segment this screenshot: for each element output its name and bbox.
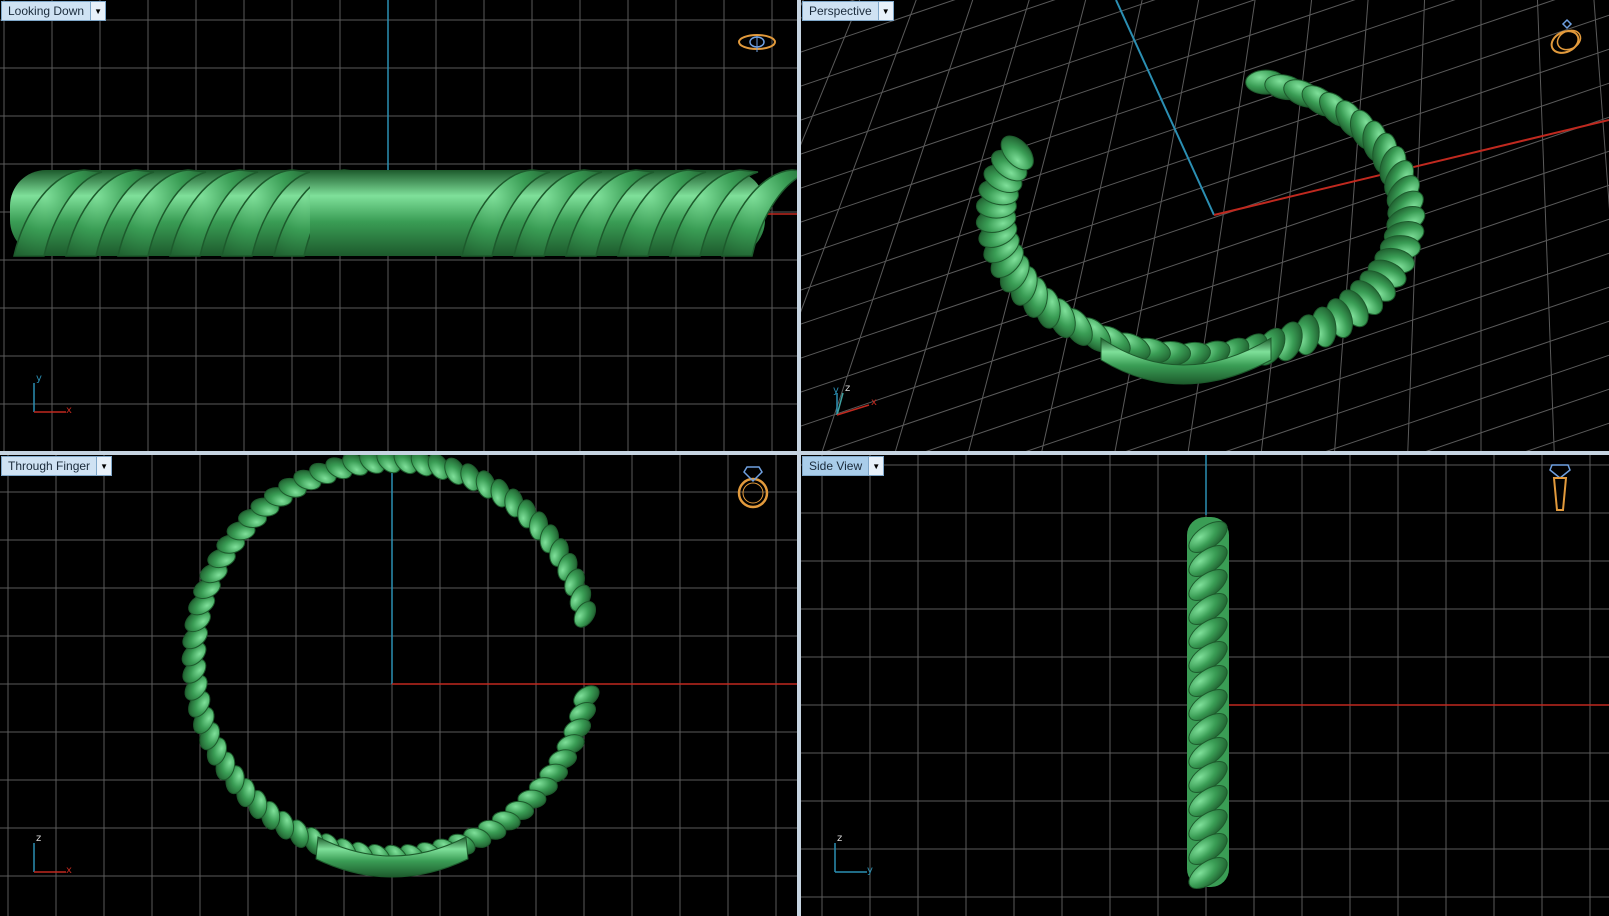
ring-perspective bbox=[975, 69, 1426, 385]
viewport-title: Through Finger bbox=[8, 459, 91, 473]
viewport-splitter-horizontal[interactable] bbox=[0, 451, 1609, 455]
axis-label-y: y bbox=[867, 865, 873, 876]
axis-label-z: z bbox=[36, 833, 42, 844]
axis-triad: z x bbox=[30, 833, 80, 880]
chevron-down-icon[interactable]: ▼ bbox=[96, 457, 112, 475]
viewport-looking-down[interactable]: Looking Down ▼ y x bbox=[0, 0, 797, 451]
ring-perspective-icon[interactable] bbox=[1545, 16, 1589, 60]
side-view-scene bbox=[801, 455, 1609, 916]
viewport-label-through-finger[interactable]: Through Finger ▼ bbox=[1, 456, 113, 476]
ring-band-top bbox=[10, 169, 797, 257]
chevron-down-icon[interactable]: ▼ bbox=[877, 2, 893, 20]
ring-top-view-icon[interactable] bbox=[735, 30, 779, 54]
viewport-title: Looking Down bbox=[8, 4, 85, 18]
axis-label-x: x bbox=[871, 397, 877, 408]
viewport-through-finger[interactable]: Through Finger ▼ z x bbox=[0, 455, 797, 916]
axis-triad: z y bbox=[831, 833, 881, 880]
viewport-label-perspective[interactable]: Perspective ▼ bbox=[802, 1, 894, 21]
viewport-title: Side View bbox=[809, 459, 863, 473]
chevron-down-icon[interactable]: ▼ bbox=[90, 2, 106, 20]
ring-side bbox=[1187, 517, 1229, 890]
viewport-title: Perspective bbox=[809, 4, 872, 18]
viewport-label-side-view[interactable]: Side View ▼ bbox=[802, 456, 885, 476]
grid-lines bbox=[0, 455, 797, 916]
axis-triad: y x bbox=[30, 373, 80, 420]
axis-label-x: x bbox=[66, 865, 72, 876]
perspective-scene bbox=[801, 0, 1609, 451]
viewport-perspective[interactable]: Perspective ▼ z y x bbox=[801, 0, 1609, 451]
axis-label-z: z bbox=[845, 383, 851, 394]
front-view-scene bbox=[0, 455, 797, 916]
axis-triad: z y x bbox=[831, 383, 891, 425]
perspective-grid bbox=[801, 0, 1609, 451]
ring-front-view-icon[interactable] bbox=[735, 463, 771, 511]
axis-label-y: y bbox=[36, 373, 42, 384]
axis-label-z: z bbox=[837, 833, 843, 844]
axis-label-x: x bbox=[66, 405, 72, 416]
ring-side-view-icon[interactable] bbox=[1546, 461, 1574, 515]
viewport-label-looking-down[interactable]: Looking Down ▼ bbox=[1, 1, 107, 21]
viewport-side-view[interactable]: Side View ▼ z y bbox=[800, 454, 1609, 916]
chevron-down-icon[interactable]: ▼ bbox=[868, 457, 884, 475]
viewport-splitter-vertical[interactable] bbox=[797, 0, 801, 916]
top-view-scene bbox=[0, 0, 797, 451]
axis-label-y: y bbox=[833, 385, 839, 396]
ring-front bbox=[181, 455, 600, 878]
